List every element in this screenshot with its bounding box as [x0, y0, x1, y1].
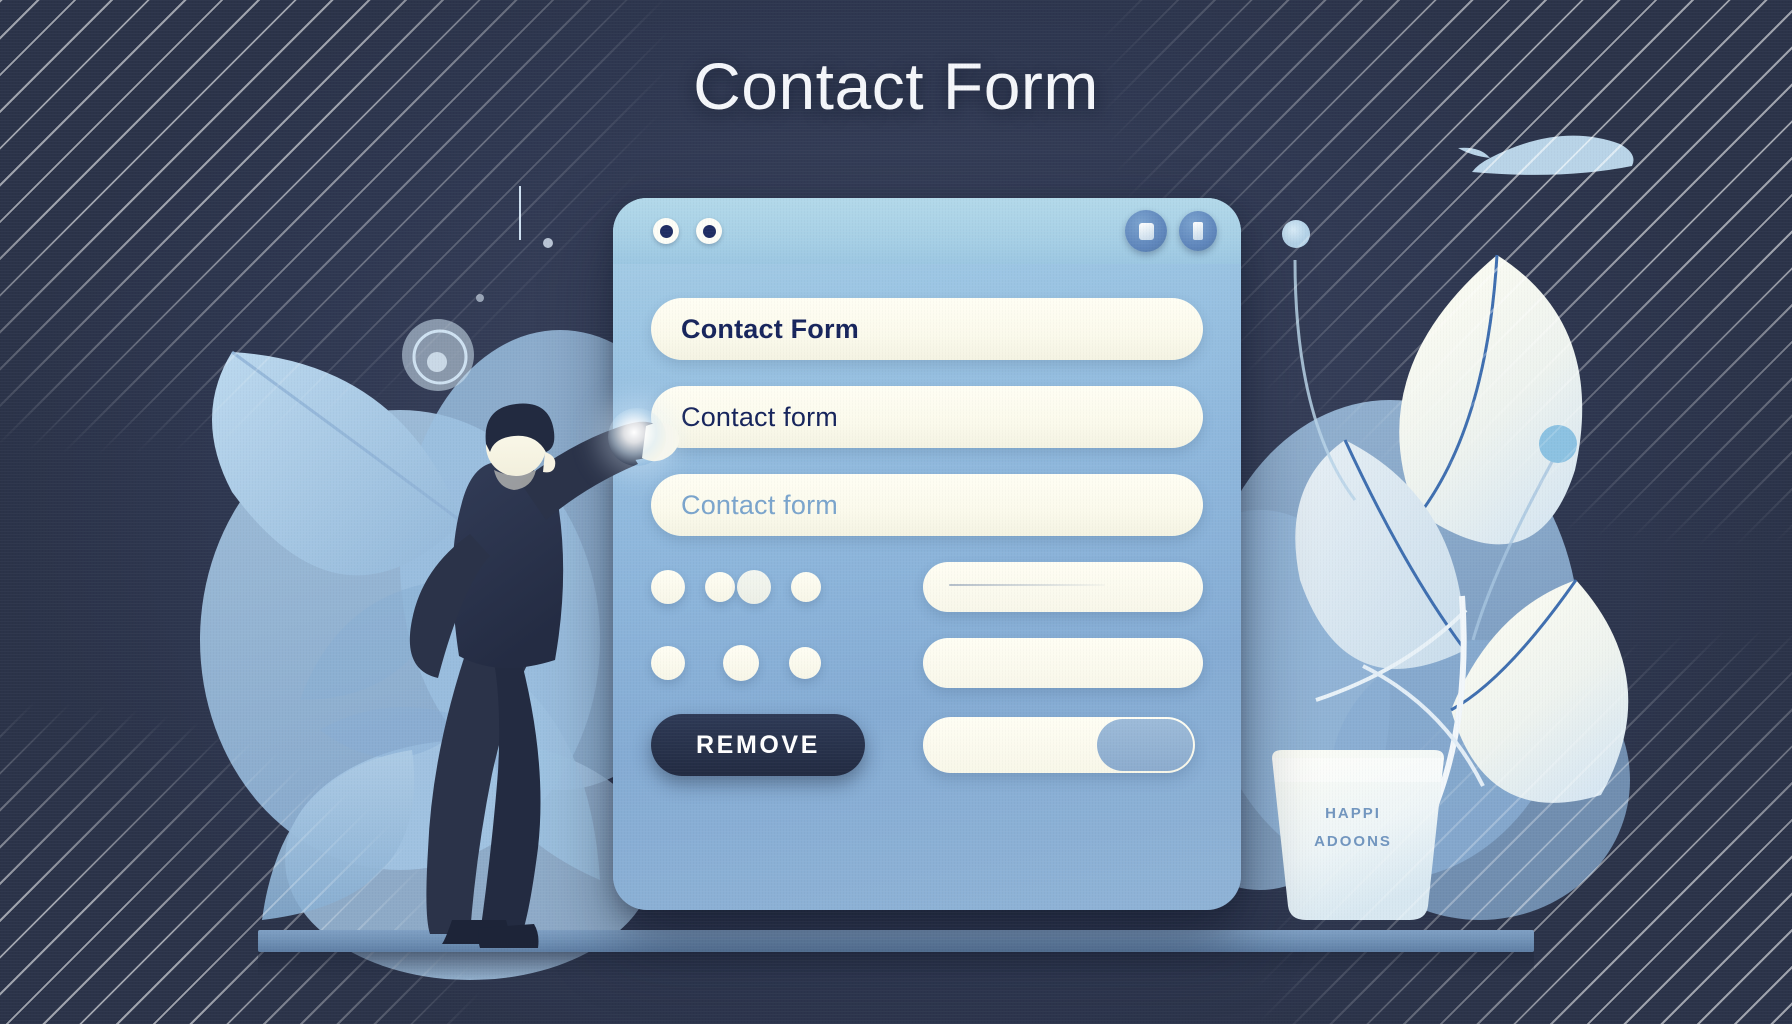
illustration-canvas: Contact Form Contact Form Contact form C… [0, 0, 1792, 1024]
person-illustration-layer [409, 403, 680, 948]
person-figure [409, 403, 680, 948]
